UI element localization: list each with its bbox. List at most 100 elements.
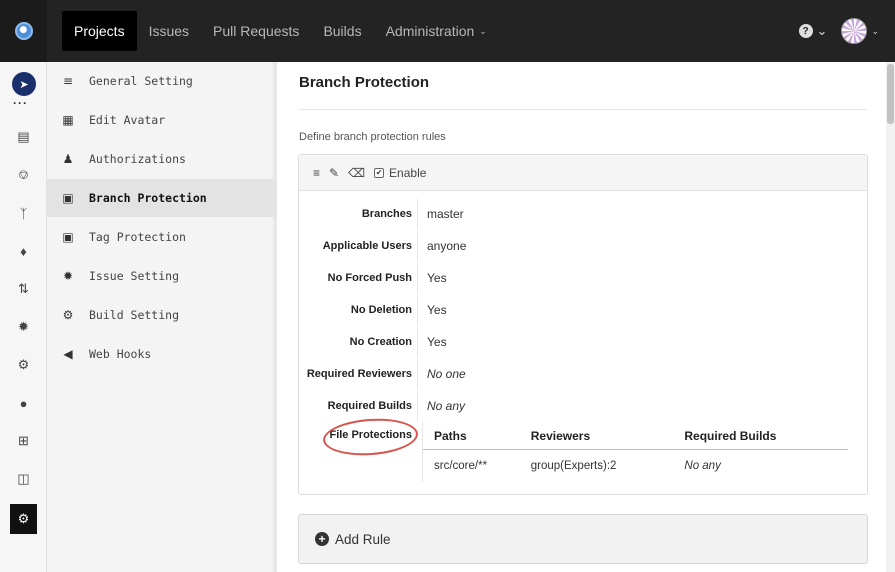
cell-path: src/core/** [434,460,488,472]
sidebar-item-branch-protection[interactable]: ▣ Branch Protection [47,179,277,217]
nav-projects[interactable]: Projects [62,11,137,51]
project-avatar-icon[interactable]: ➤ [12,72,36,96]
sidebar-item-general-setting[interactable]: ≡ General Setting [47,62,277,100]
user-menu[interactable]: ⌄ [841,18,879,44]
column-header-reviewers: Reviewers [530,428,591,443]
comments-icon[interactable]: ● [0,388,47,418]
sidebar-item-label: Edit Avatar [89,113,166,127]
question-icon: ? [798,24,813,38]
volume-icon: ◀ [63,347,73,361]
cell-reviewers: group(Experts):2 [530,460,617,472]
column-header-required-builds: Required Builds [684,428,777,443]
field-label: Branches [361,208,412,220]
rule-field-row: Applicable Users anyone [299,231,869,261]
trash-icon[interactable]: ⌫ [348,166,365,180]
more-icon[interactable]: ··· [13,97,28,109]
help-menu[interactable]: ? ⌄ [798,23,828,39]
protection-rule-card: ≡ ✎ ⌫ ✔ Enable Branches master Applicable… [298,154,868,495]
sidebar-item-build-setting[interactable]: ⚙ Build Setting [47,296,277,334]
sidebar-item-label: General Setting [89,74,193,88]
page-title: Branch Protection [299,74,430,91]
nav-administration[interactable]: Administration ⌄ [374,11,499,51]
table-row: src/core/** group(Experts):2 No any [423,450,848,482]
field-label: Required Reviewers [306,368,412,380]
sidebar-item-label: Web Hooks [89,347,152,361]
drag-handle-icon[interactable]: ≡ [313,166,320,180]
bug-icon[interactable]: ✹ [0,312,47,342]
sidebar-item-label: Authorizations [89,152,186,166]
nav-administration-label: Administration [385,23,475,39]
add-rule-button[interactable]: + Add Rule [298,514,868,564]
lock-icon: ▣ [62,191,74,205]
field-label: Applicable Users [322,240,412,252]
commit-icon[interactable]: ⎊ [0,160,47,190]
pull-request-icon[interactable]: ⇅ [0,274,47,304]
enable-label: Enable [389,165,427,180]
project-icon-rail: ➤ ··· ▤ ⎊ ᛉ ♦ ⇅ ✹ ⚙ ● ⊞ ◫ ⚙ [0,62,47,572]
sidebar-item-edit-avatar[interactable]: ▦ Edit Avatar [47,101,277,139]
rule-field-row: Required Builds No any [299,391,869,421]
chart-icon[interactable]: ◫ [0,464,47,494]
sidebar-item-label: Build Setting [89,308,180,322]
file-icon[interactable]: ▤ [0,122,47,152]
add-rule-label: Add Rule [335,531,391,547]
rule-field-row: No Forced Push Yes [299,263,869,293]
cell-required-builds: No any [684,460,721,472]
sidebar-item-web-hooks[interactable]: ◀ Web Hooks [47,335,277,373]
sidebar-item-tag-protection[interactable]: ▣ Tag Protection [47,218,277,256]
onedev-logo-icon [14,22,33,40]
top-navbar: Projects Issues Pull Requests Builds Adm… [0,0,895,62]
bug-icon: ✹ [62,269,74,283]
sliders-icon: ≡ [62,74,74,88]
nav-pull-requests[interactable]: Pull Requests [201,11,311,51]
field-label: No Creation [349,336,412,348]
cogs-icon: ⚙ [62,308,74,322]
sidebar-item-label: Tag Protection [89,230,186,244]
branch-icon[interactable]: ᛉ [0,198,47,228]
scrollbar-thumb[interactable] [887,64,894,124]
sidebar-item-issue-setting[interactable]: ✹ Issue Setting [47,257,277,295]
lock-icon: ▣ [62,230,74,244]
field-value: Yes [417,327,447,357]
main-content: Branch Protection Define branch protecti… [281,62,895,572]
nav-issues[interactable]: Issues [137,11,201,51]
table-header: Paths Reviewers Required Builds [423,422,848,450]
field-value: master [417,199,464,229]
rule-field-row: No Creation Yes [299,327,869,357]
rule-field-row: No Deletion Yes [299,295,869,325]
divider [299,109,867,110]
edit-icon[interactable]: ✎ [329,166,339,180]
settings-gear-icon[interactable]: ⚙ [10,504,37,534]
nav-builds[interactable]: Builds [311,11,373,51]
field-label: No Deletion [350,304,412,316]
scrollbar[interactable] [886,62,895,572]
sidebar-item-label: Issue Setting [89,269,180,283]
sidebar-item-label: Branch Protection [89,191,207,205]
highlight-circle-annotation [321,415,420,459]
main-nav: Projects Issues Pull Requests Builds Adm… [62,0,499,62]
chevron-down-icon: ⌄ [871,25,879,36]
chevron-down-icon: ⌄ [816,23,828,38]
rule-field-row: Branches master [299,199,869,229]
file-protections-table: Paths Reviewers Required Builds src/core… [422,422,848,482]
tag-icon[interactable]: ♦ [0,236,47,266]
image-icon: ▦ [62,113,74,127]
field-value: Yes [417,295,447,325]
code-compare-icon[interactable]: ⊞ [0,426,47,456]
app-logo[interactable] [0,0,47,62]
cogs-icon[interactable]: ⚙ [0,350,47,380]
page-description: Define branch protection rules [299,131,446,143]
field-value: Yes [417,263,447,293]
plus-circle-icon: + [315,532,329,546]
field-value: No any [417,391,465,421]
field-value: anyone [417,231,466,261]
avatar [841,18,868,44]
sidebar-item-authorizations[interactable]: ♟ Authorizations [47,140,277,178]
user-icon: ♟ [62,152,74,166]
field-label: Required Builds [327,400,412,412]
field-label: No Forced Push [327,272,412,284]
enable-checkbox[interactable]: ✔ [374,167,385,178]
rule-toolbar: ≡ ✎ ⌫ ✔ Enable [299,155,867,191]
chevron-down-icon: ⌄ [479,25,487,36]
settings-sidebar: ≡ General Setting ▦ Edit Avatar ♟ Authoriza… [47,62,277,572]
